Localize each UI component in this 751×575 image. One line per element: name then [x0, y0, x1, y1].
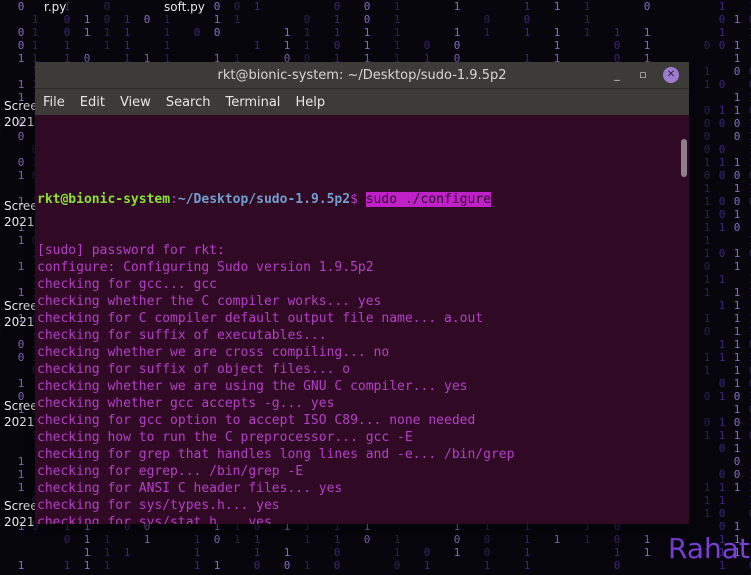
output-line: checking for suffix of executables... [37, 328, 327, 343]
menu-terminal[interactable]: Terminal [225, 95, 280, 110]
output-line: checking for C compiler default output f… [37, 311, 484, 326]
matrix-column: 1 1 1 0 1 1 0 0 1 0 1 0 1 0 1 1 1 1 1 1 … [733, 13, 741, 559]
output-line: checking for sys/stat.h... yes [37, 515, 272, 524]
window-title: rkt@bionic-system: ~/Desktop/sudo-1.9.5p… [217, 68, 507, 83]
wallpaper-watermark: Rahat [668, 532, 750, 565]
output-line: checking whether we are cross compiling.… [37, 345, 390, 360]
desktop-file-r-py[interactable]: r.py [44, 0, 66, 14]
desktop-file-label[interactable]: Scree [4, 398, 38, 414]
minimize-icon[interactable]: _ [609, 67, 625, 83]
prompt-user-host: rkt@bionic-system [37, 192, 171, 207]
desktop-file-soft-py[interactable]: soft.py [164, 0, 205, 14]
desktop-file-label[interactable]: Scree [4, 298, 38, 314]
terminal-output-area[interactable]: rkt@bionic-system:~/Desktop/sudo-1.9.5p2… [35, 115, 689, 524]
desktop-file-label[interactable]: 2021- [4, 214, 39, 230]
maximize-icon[interactable]: ▫ [635, 67, 651, 83]
menu-help[interactable]: Help [295, 95, 325, 110]
output-line: checking for sys/types.h... yes [37, 498, 280, 513]
desktop-file-label[interactable]: 2021- [4, 314, 39, 330]
matrix-column: 1 0 1 0 0 1 0 1 1 1 1 0 1 0 1 0 1 1 1 1 … [745, 0, 751, 575]
terminal-scrollbar[interactable] [681, 139, 687, 519]
output-line: checking for suffix of object files... o [37, 362, 351, 377]
desktop-file-label[interactable]: Scree [4, 198, 38, 214]
prompt-separator: : [170, 192, 178, 207]
desktop-file-label[interactable]: 2021- [4, 114, 39, 130]
menu-edit[interactable]: Edit [80, 95, 105, 110]
output-line: checking for gcc... gcc [37, 277, 218, 292]
prompt-symbol: $ [350, 192, 366, 207]
matrix-column: 1 0 1 0 0 1 0 0 1 0 0 0 1 0 1 1 1 1 0 1 … [718, 0, 726, 572]
output-line: checking whether we are using the GNU C … [37, 379, 468, 394]
typed-command: sudo ./configure [365, 192, 491, 207]
output-line: configure: Configuring Sudo version 1.9.… [37, 260, 374, 275]
terminal-lines: rkt@bionic-system:~/Desktop/sudo-1.9.5p2… [37, 157, 675, 524]
output-line: checking for grep that handles long line… [37, 447, 515, 462]
output-line: checking whether the C compiler works...… [37, 294, 382, 309]
menu-view[interactable]: View [120, 95, 151, 110]
matrix-column: 0 1 1 0 0 0 0 1 0 1 1 1 1 1 1 0 1 1 1 0 … [703, 39, 711, 559]
output-line: checking whether gcc accepts -g... yes [37, 396, 335, 411]
menu-bar: File Edit View Search Terminal Help [35, 89, 689, 116]
desktop-file-label[interactable]: Scree [4, 498, 38, 514]
matrix-column: 0 0 0 1 1 1 0 0 0 1 1 1 1 1 1 1 0 0 1 0 … [17, 0, 25, 572]
scrollbar-thumb[interactable] [681, 139, 687, 177]
terminal-window[interactable]: rkt@bionic-system: ~/Desktop/sudo-1.9.5p… [35, 62, 689, 524]
title-bar[interactable]: rkt@bionic-system: ~/Desktop/sudo-1.9.5p… [35, 62, 689, 89]
close-icon[interactable]: ✕ [663, 67, 679, 83]
output-line: [sudo] password for rkt: [37, 243, 225, 258]
desktop-file-label[interactable]: 2021- [4, 514, 39, 530]
desktop-file-label[interactable]: 2021- [4, 414, 39, 430]
output-line: checking for ANSI C header files... yes [37, 481, 343, 496]
output-line: checking how to run the C preprocessor..… [37, 430, 413, 445]
prompt-path: ~/Desktop/sudo-1.9.5p2 [177, 192, 351, 207]
output-line: checking for egrep... /bin/grep -E [37, 464, 304, 479]
menu-search[interactable]: Search [166, 95, 211, 110]
prompt-line: rkt@bionic-system:~/Desktop/sudo-1.9.5p2… [37, 191, 675, 208]
menu-file[interactable]: File [43, 95, 65, 110]
desktop-file-label[interactable]: Scree [4, 98, 38, 114]
output-line: checking for gcc option to accept ISO C8… [37, 413, 476, 428]
